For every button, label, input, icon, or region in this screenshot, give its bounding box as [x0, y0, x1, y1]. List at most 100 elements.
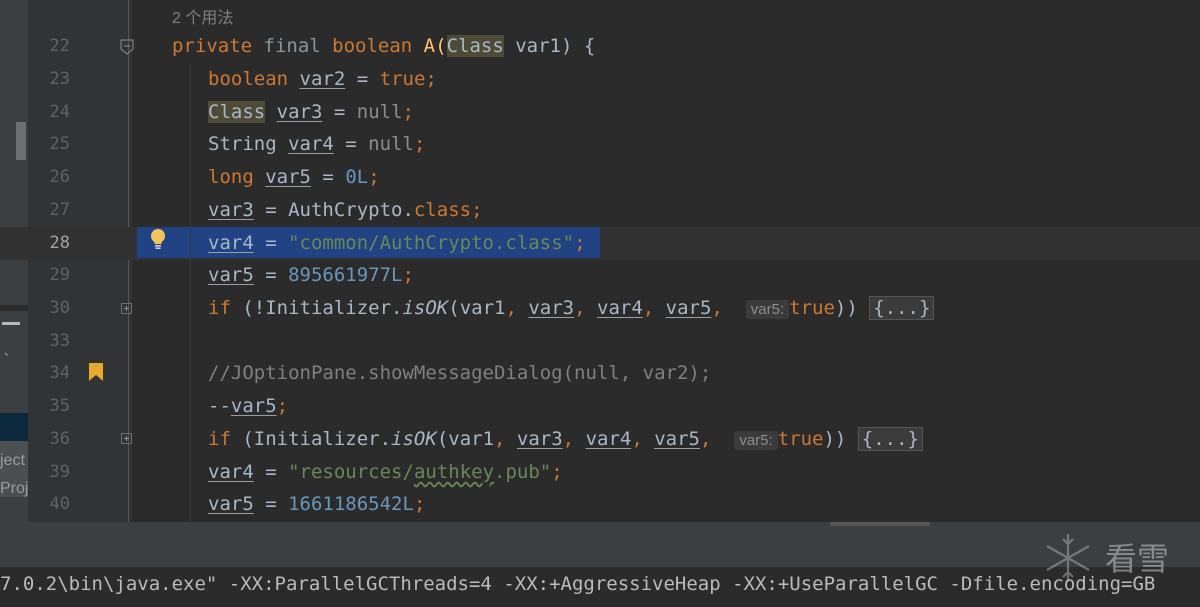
operator: =	[253, 264, 289, 286]
semicolon: ;	[471, 199, 483, 221]
number: 1661186542L	[288, 493, 414, 515]
line-number: 22	[49, 36, 70, 56]
code-line-25[interactable]: String var4 = null;	[208, 128, 425, 161]
indent-guide	[190, 63, 191, 522]
code-line-40[interactable]: var5 = 1661186542L;	[208, 488, 425, 521]
code-line-36[interactable]: if (Initializer.isOK(var1, var3, var4, v…	[208, 423, 923, 457]
parameter-hint: var5:	[734, 431, 778, 450]
usage-hint[interactable]: 2 个用法	[172, 4, 233, 28]
watermark-text: 看雪	[1105, 541, 1170, 577]
comma: ,	[574, 297, 597, 319]
keyword: boolean	[320, 35, 413, 57]
fold-expand-icon[interactable]	[121, 303, 132, 314]
line-number: 30	[49, 298, 70, 318]
project-tree-label-2[interactable]: Proj	[0, 480, 28, 498]
comma: ,	[494, 428, 517, 450]
line-number: 39	[49, 462, 70, 482]
tool-window-bar[interactable]	[0, 522, 1200, 567]
semicolon: ;	[276, 395, 289, 417]
code-line-22[interactable]: private final boolean A(Class var1) {	[172, 30, 595, 63]
string-literal: "common/AuthCrypto.class"	[288, 232, 575, 254]
lightbulb-icon[interactable]	[149, 228, 167, 250]
operator: =	[253, 232, 289, 254]
semicolon: ;	[551, 461, 563, 483]
operator: --	[208, 395, 231, 417]
project-tree-label[interactable]: ject	[0, 452, 25, 470]
semicolon: ;	[413, 493, 426, 515]
keyword: class	[413, 199, 472, 221]
variable: var5	[230, 395, 277, 417]
code-line-34-comment[interactable]: //JOptionPane.showMessageDialog(null, va…	[208, 357, 711, 390]
variable: var5	[654, 428, 700, 450]
variable: var5	[208, 264, 254, 286]
variable: var5	[208, 493, 254, 515]
comma: ,	[642, 297, 666, 319]
line-number: 35	[49, 396, 70, 416]
paren: ))	[834, 297, 870, 319]
literal: true	[777, 428, 824, 450]
operator: =	[345, 68, 380, 90]
folded-block[interactable]: {...}	[869, 296, 935, 320]
code-line-30[interactable]: if (!Initializer.isOK(var1, var3, var4, …	[208, 292, 935, 326]
panel-divider	[0, 305, 28, 311]
variable: var5	[265, 166, 311, 188]
operator: =	[253, 461, 289, 483]
variable: var3	[528, 297, 575, 319]
line-number: 26	[49, 167, 70, 187]
literal: true	[789, 297, 835, 319]
code-line-28[interactable]: var4 = "common/AuthCrypto.class";	[208, 227, 586, 260]
bookmark-icon[interactable]	[89, 363, 103, 381]
comma: ,	[562, 428, 586, 450]
variable: var4	[585, 428, 632, 450]
method-call: isOK	[391, 428, 437, 450]
line-number: 40	[49, 494, 70, 514]
line-number: 27	[49, 200, 70, 220]
semicolon: ;	[368, 166, 380, 188]
keyword: if	[208, 428, 231, 450]
comma: ,	[711, 297, 735, 319]
code-line-24[interactable]: Class var3 = null;	[208, 96, 414, 129]
selected-tree-item[interactable]	[0, 413, 28, 441]
minimize-icon[interactable]	[2, 322, 20, 325]
project-scrollbar[interactable]	[16, 122, 26, 160]
code-line-23[interactable]: boolean var2 = true;	[208, 63, 437, 96]
string-literal-typo: authkey	[413, 461, 495, 483]
operator: =	[333, 133, 369, 155]
horizontal-scrollbar[interactable]	[830, 522, 930, 526]
line-number: 24	[49, 102, 70, 122]
variable: var3	[276, 101, 323, 123]
code-line-35[interactable]: --var5;	[208, 390, 288, 423]
operator: =	[322, 101, 357, 123]
semicolon: ;	[425, 68, 437, 90]
argument: (var1	[436, 428, 495, 450]
variable: var4	[597, 297, 643, 319]
param: var1) {	[503, 35, 596, 57]
method-name: A(	[412, 35, 447, 57]
variable: var4	[288, 133, 334, 155]
folded-block[interactable]: {...}	[857, 427, 923, 451]
code-line-29[interactable]: var5 = 895661977L;	[208, 259, 414, 292]
code-line-26[interactable]: long var5 = 0L;	[208, 161, 380, 194]
string-literal: "resources/	[288, 461, 414, 483]
expression: (Initializer.	[230, 428, 392, 450]
operator: =	[310, 166, 346, 188]
code-line-27[interactable]: var3 = AuthCrypto.class;	[208, 194, 483, 227]
variable: var4	[208, 232, 254, 254]
number: 0L	[345, 166, 369, 188]
comma: ,	[699, 428, 723, 450]
line-number: 34	[49, 363, 70, 383]
type: String	[208, 133, 289, 155]
fold-icon[interactable]	[120, 39, 134, 55]
fold-expand-icon[interactable]	[121, 433, 132, 444]
line-number: 25	[49, 134, 70, 154]
class-ref: Class	[446, 35, 504, 57]
keyword: private	[172, 35, 253, 57]
parameter-hint: var5:	[745, 300, 790, 319]
keyword: long	[208, 166, 254, 188]
code-line-39[interactable]: var4 = "resources/authkey.pub";	[208, 456, 563, 489]
string-literal: .pub"	[494, 461, 552, 483]
project-tool-strip[interactable]: 、 ject Proj	[0, 0, 28, 522]
semicolon: ;	[402, 101, 414, 123]
variable: var4	[208, 461, 254, 483]
keyword: if	[208, 297, 231, 319]
